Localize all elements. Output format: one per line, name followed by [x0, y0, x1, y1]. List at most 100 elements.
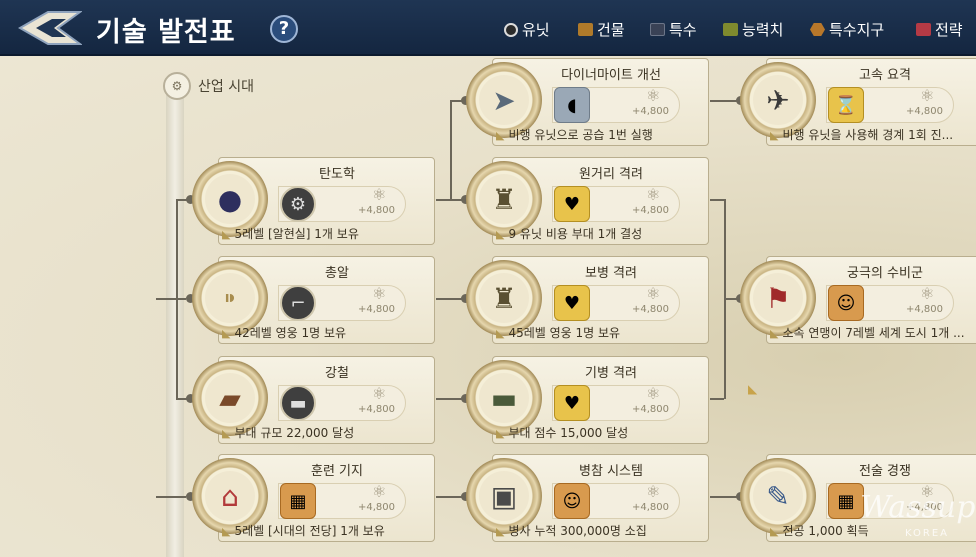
requirement: ◣ 병사 누적 300,000명 소집: [496, 524, 647, 538]
requirement: ◣ 부대 점수 15,000 달성: [496, 426, 629, 440]
infantry-icon: ♜: [479, 273, 529, 323]
legend-stats: 능력치: [723, 19, 783, 40]
requirement-flag-icon: ◣: [770, 129, 779, 142]
tech-card-ranged-encouragement[interactable]: 원거리 격려 ♜ ♥ ⚛ +4,800 ◣ 9 유닛 비용 부대 1개 결성: [466, 155, 711, 247]
training-base-icon: ⌂: [205, 471, 255, 521]
soldier-portrait-icon: ☺: [554, 483, 590, 519]
science-atom-icon: ⚛: [372, 284, 387, 303]
tech-card-infantry-encouragement[interactable]: 보병 격려 ♜ ♥ ⚛ +4,800 ◣ 45레벨 영웅 1명 보유: [466, 254, 711, 346]
research-cost: +4,800: [906, 304, 944, 315]
science-atom-icon: ⚛: [372, 384, 387, 403]
blimp-icon: ◖: [554, 87, 590, 123]
bricks-icon: ▦: [828, 483, 864, 519]
science-atom-icon: ⚛: [920, 284, 935, 303]
tech-card-steel[interactable]: 강철 ▰ ▬ ⚛ +4,800 ◣ 부대 규모 22,000 달성: [192, 354, 437, 446]
requirement-flag-icon: ◣: [770, 327, 779, 340]
back-arrow-icon[interactable]: [18, 10, 82, 46]
requirement: ◣ 9 유닛 비용 부대 1개 결성: [496, 227, 643, 241]
unit-circle-icon: [504, 22, 518, 37]
strategy-swatch-icon: [916, 23, 931, 36]
tech-name: 기병 격려: [585, 366, 637, 381]
top-bar: 기술 발전표 ? 유닛 건물 특수 능력치 특수지구 전략: [0, 0, 976, 56]
science-atom-icon: ⚛: [646, 86, 661, 105]
building-swatch-icon: [578, 23, 593, 36]
tech-name: 병참 시스템: [579, 464, 643, 479]
requirement-flag-icon: ◣: [496, 427, 505, 440]
research-cost: +4,800: [632, 205, 670, 216]
field-cannon-icon: ⚙: [280, 186, 316, 222]
bullets-icon: ⁍: [205, 273, 255, 323]
heart-timer-icon: ♥: [554, 385, 590, 421]
connector-line: [436, 298, 464, 300]
gear-icon: ⚙: [163, 72, 191, 100]
hexagon-icon: [810, 23, 825, 36]
science-atom-icon: ⚛: [646, 384, 661, 403]
requirement-flag-icon: ◣: [496, 129, 505, 142]
connector-line: [710, 496, 738, 498]
cannonball-pile-icon: ●: [205, 174, 255, 224]
riflemen-icon: ♜: [479, 174, 529, 224]
supply-crate-icon: ▣: [479, 471, 529, 521]
page-title: 기술 발전표: [96, 17, 236, 48]
soldier-portrait-icon: ☺: [828, 285, 864, 321]
tech-name: 탄도학: [319, 167, 355, 182]
requirement-flag-icon: ◣: [496, 327, 505, 340]
tech-card-cavalry-encouragement[interactable]: 기병 격려 ▬ ♥ ⚛ +4,800 ◣ 부대 점수 15,000 달성: [466, 354, 711, 446]
legend-buildings: 건물: [578, 19, 625, 40]
tech-name: 궁극의 수비군: [847, 266, 923, 281]
connector-line: [710, 100, 738, 102]
legend-special-district: 특수지구: [810, 19, 884, 40]
connector-line: [176, 199, 178, 399]
requirement-flag-icon: ◣: [222, 228, 231, 241]
tech-card-dynamite-improvement[interactable]: 다이너마이트 개선 ➤ ◖ ⚛ +4,800 ◣ 비행 유닛으로 공습 1번 실행: [466, 56, 711, 148]
science-atom-icon: ⚛: [646, 482, 661, 501]
hourglass-icon: ⌛: [828, 87, 864, 123]
era-label: 산업 시대: [198, 79, 254, 95]
tech-card-bullets[interactable]: 총알 ⁍ ⌐ ⚛ +4,800 ◣ 42레벨 영웅 1명 보유: [192, 254, 437, 346]
watermark-sub: KOREA: [905, 528, 949, 539]
heart-timer-icon: ♥: [554, 285, 590, 321]
requirement-flag-icon: ◣: [770, 525, 779, 538]
missile-icon: ➤: [479, 75, 529, 125]
defense-army-icon: ⚑: [753, 273, 803, 323]
tech-name: 총알: [325, 266, 349, 281]
tank-unit-icon: ▬: [479, 373, 529, 423]
connector-line: [710, 398, 724, 400]
requirement-flag-icon: ◣: [496, 228, 505, 241]
era-column-bar: [166, 90, 184, 557]
connector-line: [710, 199, 724, 201]
rifle-icon: ⌐: [280, 285, 316, 321]
tech-name: 강철: [325, 366, 349, 381]
tech-card-ultimate-garrison[interactable]: 궁극의 수비군 ⚑ ☺ ⚛ +4,800 ◣ 소속 연맹이 7레벨 세계 도시 1…: [740, 254, 976, 346]
tech-card-high-speed-interception[interactable]: 고속 요격 ✈ ⌛ ⚛ +4,800 ◣ 비행 유닛을 사용해 경계 1회 진..…: [740, 56, 976, 148]
special-swatch-icon: [650, 23, 665, 36]
requirement: ◣ 비행 유닛으로 공습 1번 실행: [496, 128, 653, 142]
tech-card-ballistics[interactable]: 탄도학 ● ⚙ ⚛ +4,800 ◣ 5레벨 [알현실] 1개 보유: [192, 155, 437, 247]
tech-name: 전술 경쟁: [859, 464, 911, 479]
requirement: ◣ 부대 규모 22,000 달성: [222, 426, 355, 440]
legend-special: 특수: [650, 19, 697, 40]
requirement-flag-icon: ◣: [496, 525, 505, 538]
connector-line: [156, 496, 186, 498]
science-atom-icon: ⚛: [646, 284, 661, 303]
help-button[interactable]: ?: [270, 15, 298, 43]
tech-name: 고속 요격: [859, 68, 911, 83]
tech-name: 원거리 격려: [579, 167, 643, 182]
science-atom-icon: ⚛: [646, 185, 661, 204]
fighter-plane-icon: ✈: [753, 75, 803, 125]
tech-card-training-base[interactable]: 훈련 기지 ⌂ ▦ ⚛ +4,800 ◣ 5레벨 [시대의 전당] 1개 보유: [192, 452, 437, 544]
tech-card-logistics-system[interactable]: 병참 시스템 ▣ ☺ ⚛ +4,800 ◣ 병사 누적 300,000명 소집: [466, 452, 711, 544]
tech-name: 다이너마이트 개선: [561, 68, 661, 83]
steel-ingot-icon: ▰: [205, 373, 255, 423]
requirement-flag-icon: ◣: [222, 525, 231, 538]
connector-line: [436, 496, 464, 498]
research-cost: +4,800: [632, 304, 670, 315]
requirement: ◣ 42레벨 영웅 1명 보유: [222, 326, 347, 340]
connector-line: [450, 100, 452, 200]
requirement: ◣ 5레벨 [알현실] 1개 보유: [222, 227, 359, 241]
tech-name: 훈련 기지: [311, 464, 363, 479]
research-cost: +4,800: [632, 404, 670, 415]
requirement-flag-icon: ◣: [222, 327, 231, 340]
science-atom-icon: ⚛: [920, 86, 935, 105]
research-cost: +4,800: [906, 106, 944, 117]
